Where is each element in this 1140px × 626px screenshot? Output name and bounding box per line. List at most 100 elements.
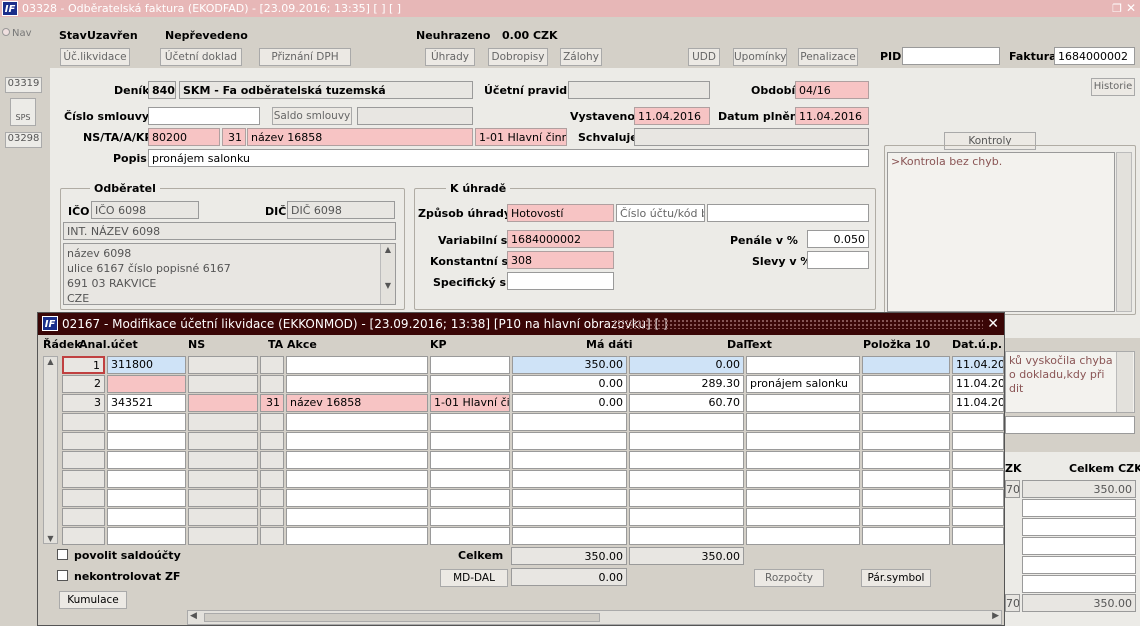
grid-cell-anal[interactable] bbox=[107, 451, 186, 469]
grid-cell-radek[interactable] bbox=[62, 508, 105, 526]
grid-cell-polozka[interactable] bbox=[862, 413, 950, 431]
specificky-field[interactable] bbox=[507, 272, 614, 290]
zalohy-button[interactable]: Zálohy bbox=[560, 48, 602, 66]
grid-cell-ns[interactable] bbox=[188, 413, 258, 431]
grid-cell-text[interactable] bbox=[746, 489, 860, 507]
grid-cell-ns[interactable] bbox=[188, 375, 258, 393]
grid-cell-ns[interactable] bbox=[188, 508, 258, 526]
close-icon[interactable]: ✕ bbox=[1126, 0, 1136, 17]
grid-cell-polozka[interactable] bbox=[862, 451, 950, 469]
schvaluje-field[interactable] bbox=[634, 128, 869, 146]
grid-cell-dat[interactable]: 11.04.201 bbox=[952, 356, 1004, 374]
grid-cell-akce[interactable] bbox=[286, 527, 428, 545]
grid-cell-dal[interactable] bbox=[629, 413, 744, 431]
grid-cell-radek[interactable] bbox=[62, 413, 105, 431]
grid-cell-anal[interactable] bbox=[107, 470, 186, 488]
grid-cell-radek[interactable]: 3 bbox=[62, 394, 105, 412]
grid-cell-polozka[interactable] bbox=[862, 394, 950, 412]
grid-cell-polozka[interactable] bbox=[862, 489, 950, 507]
grid-cell-ta[interactable] bbox=[260, 489, 284, 507]
grid-cell-kp[interactable]: 1-01 Hlavní činn bbox=[430, 394, 510, 412]
grid-cell-dal[interactable] bbox=[629, 508, 744, 526]
grid-cell-radek[interactable] bbox=[62, 470, 105, 488]
nav-item-03298[interactable]: 03298 bbox=[5, 132, 42, 148]
grid-cell-ns[interactable] bbox=[188, 451, 258, 469]
grid-cell-dal[interactable] bbox=[629, 527, 744, 545]
horizontal-scrollbar[interactable]: ◀ ▶ bbox=[187, 610, 1002, 625]
grid-cell-ta[interactable] bbox=[260, 432, 284, 450]
grid-cell-akce[interactable] bbox=[286, 489, 428, 507]
grid-cell-text[interactable] bbox=[746, 413, 860, 431]
grid-cell-ns[interactable] bbox=[188, 470, 258, 488]
kp-field[interactable]: 1-01 Hlavní činnos bbox=[475, 128, 567, 146]
grid-cell-ma-dati[interactable]: 0.00 bbox=[512, 394, 627, 412]
grid-cell-ta[interactable] bbox=[260, 413, 284, 431]
variabilni-field[interactable]: 1684000002 bbox=[507, 230, 614, 248]
grid-cell-dat[interactable] bbox=[952, 432, 1004, 450]
grid-cell-akce[interactable] bbox=[286, 375, 428, 393]
grid-cell-ta[interactable] bbox=[260, 375, 284, 393]
grid-cell-dat[interactable]: 11.04.201 bbox=[952, 394, 1004, 412]
grid-cell-dal[interactable]: 60.70 bbox=[629, 394, 744, 412]
faktura-input[interactable]: 1684000002 bbox=[1054, 47, 1135, 65]
grid-cell-anal[interactable] bbox=[107, 375, 186, 393]
rozpocty-button[interactable]: Rozpočty bbox=[754, 569, 824, 587]
grid-cell-dat[interactable] bbox=[952, 527, 1004, 545]
grid-cell-dal[interactable] bbox=[629, 432, 744, 450]
grid-cell-akce[interactable] bbox=[286, 413, 428, 431]
grid-cell-dat[interactable] bbox=[952, 470, 1004, 488]
grid-cell-text[interactable] bbox=[746, 508, 860, 526]
grid-cell-dat[interactable] bbox=[952, 508, 1004, 526]
grid-cell-ns[interactable] bbox=[188, 356, 258, 374]
denik-code[interactable]: 840 bbox=[148, 81, 176, 99]
md-dal-button[interactable]: MD-DAL bbox=[440, 569, 508, 587]
grid-cell-dal[interactable]: 289.30 bbox=[629, 375, 744, 393]
obdobi-field[interactable]: 04/16 bbox=[795, 81, 869, 99]
grid-cell-kp[interactable] bbox=[430, 508, 510, 526]
ta-field[interactable]: 31 bbox=[222, 128, 246, 146]
grid-cell-akce[interactable] bbox=[286, 508, 428, 526]
grid-cell-ma-dati[interactable] bbox=[512, 451, 627, 469]
grid-cell-anal[interactable] bbox=[107, 508, 186, 526]
grid-cell-ns[interactable] bbox=[188, 489, 258, 507]
nav-item-03319[interactable]: 03319 bbox=[5, 77, 42, 93]
grid-cell-ta[interactable] bbox=[260, 527, 284, 545]
grid-cell-kp[interactable] bbox=[430, 489, 510, 507]
grid-cell-anal[interactable]: 311800 bbox=[107, 356, 186, 374]
scroll-thumb[interactable] bbox=[204, 613, 600, 622]
celkem-czk-row-6[interactable] bbox=[1022, 575, 1136, 593]
cislo-uctu-extra[interactable] bbox=[707, 204, 869, 222]
grid-cell-akce[interactable] bbox=[286, 451, 428, 469]
modal-close-icon[interactable]: ✕ bbox=[987, 313, 999, 335]
grid-cell-ma-dati[interactable] bbox=[512, 432, 627, 450]
uhrady-button[interactable]: Úhrady bbox=[425, 48, 475, 66]
grid-cell-kp[interactable] bbox=[430, 413, 510, 431]
grid-cell-text[interactable]: pronájem salonku bbox=[746, 375, 860, 393]
kumulace-button[interactable]: Kumulace bbox=[59, 591, 127, 609]
grid-cell-ns[interactable] bbox=[188, 394, 258, 412]
grid-cell-anal[interactable] bbox=[107, 432, 186, 450]
historie-button[interactable]: Historie bbox=[1091, 78, 1135, 96]
grid-cell-anal[interactable] bbox=[107, 489, 186, 507]
dic-field[interactable]: DIČ 6098 bbox=[287, 201, 395, 219]
scroll-left-icon[interactable]: ◀ bbox=[190, 611, 197, 621]
penale-field[interactable]: 0.050 bbox=[807, 230, 869, 248]
grid-cell-anal[interactable] bbox=[107, 413, 186, 431]
grid-cell-text[interactable] bbox=[746, 527, 860, 545]
grid-cell-kp[interactable] bbox=[430, 375, 510, 393]
grid-cell-ma-dati[interactable]: 350.00 bbox=[512, 356, 627, 374]
grid-cell-ta[interactable]: 31 bbox=[260, 394, 284, 412]
grid-cell-ma-dati[interactable]: 0.00 bbox=[512, 375, 627, 393]
grid-cell-text[interactable] bbox=[746, 394, 860, 412]
grid-cell-dal[interactable]: 0.00 bbox=[629, 356, 744, 374]
scroll-right-icon[interactable]: ▶ bbox=[992, 611, 999, 621]
kontroly-input[interactable] bbox=[1005, 416, 1135, 434]
grid-cell-kp[interactable] bbox=[430, 432, 510, 450]
nav-toggle[interactable]: Nav bbox=[2, 28, 38, 42]
datum-plneni-field[interactable]: 11.04.2016 bbox=[795, 107, 869, 125]
saldo-smlouvy-button[interactable]: Saldo smlouvy bbox=[272, 107, 352, 125]
grid-cell-ta[interactable] bbox=[260, 451, 284, 469]
grid-cell-radek[interactable] bbox=[62, 451, 105, 469]
udd-button[interactable]: UDD bbox=[688, 48, 720, 66]
grid-cell-ta[interactable] bbox=[260, 508, 284, 526]
